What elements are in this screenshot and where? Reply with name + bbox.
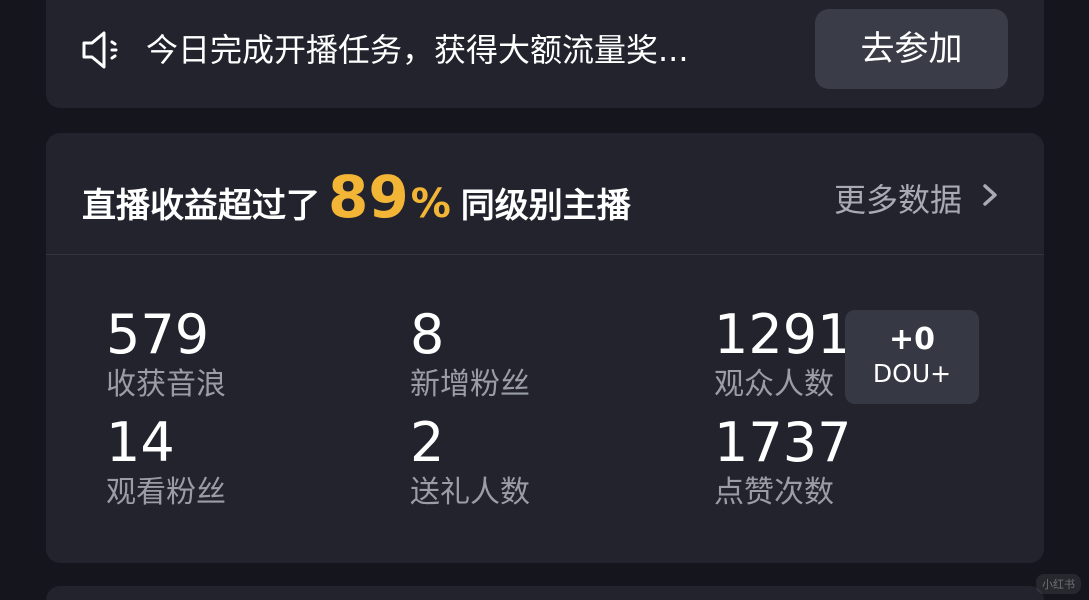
stat-item-viewers[interactable]: 1291 观众人数 [714, 303, 852, 405]
summary-suffix: 同级别主播 [460, 186, 631, 226]
dou-plus-badge[interactable]: +0 DOU+ [845, 310, 979, 404]
stat-item-gift-senders[interactable]: 2 送礼人数 [410, 413, 710, 513]
join-task-button[interactable]: 去参加 [815, 9, 1008, 89]
stat-value: 2 [410, 411, 445, 474]
live-stats-page: 今日完成开播任务，获得大额流量奖... 去参加 直播收益超过了 89 % 同级别… [0, 0, 1089, 600]
revenue-percentile-sign: % [410, 181, 451, 227]
stat-item-likes[interactable]: 1737 点赞次数 [714, 413, 1014, 513]
chevron-right-icon[interactable] [976, 177, 1004, 213]
more-data-link[interactable]: 更多数据 [834, 175, 962, 221]
revenue-percentile-value: 89 [328, 163, 409, 231]
stat-value: 1291 [714, 303, 852, 366]
summary-prefix: 直播收益超过了 [82, 186, 320, 226]
task-notice-text: 今日完成开播任务，获得大额流量奖... [146, 31, 689, 69]
next-card-edge [46, 586, 1044, 600]
stat-label: 送礼人数 [410, 475, 530, 510]
stat-value: 1737 [714, 411, 852, 474]
stat-label: 观看粉丝 [106, 475, 226, 510]
stat-item-sound-waves[interactable]: 579 收获音浪 [106, 305, 406, 405]
watermark: 小红书 [1036, 574, 1081, 594]
stat-label: 点赞次数 [714, 475, 834, 510]
revenue-summary-header: 直播收益超过了 89 % 同级别主播 更多数据 [46, 133, 1044, 255]
stat-value: 8 [410, 303, 445, 366]
dou-plus-count: +0 [888, 322, 935, 357]
stat-value: 14 [106, 411, 175, 474]
stat-item-new-followers[interactable]: 8 新增粉丝 [410, 305, 710, 405]
live-revenue-stats-card: 直播收益超过了 89 % 同级别主播 更多数据 579 收获音浪 8 新增粉丝 … [46, 133, 1044, 563]
stat-label: 观众人数 [714, 367, 834, 402]
speaker-icon [82, 31, 118, 69]
stat-item-follower-viewers[interactable]: 14 观看粉丝 [106, 413, 406, 513]
dou-plus-label: DOU+ [872, 359, 952, 388]
revenue-summary-headline: 直播收益超过了 89 % 同级别主播 [82, 163, 631, 231]
stat-label: 新增粉丝 [410, 367, 530, 402]
stat-value: 579 [106, 303, 210, 366]
stat-label: 收获音浪 [106, 367, 226, 402]
